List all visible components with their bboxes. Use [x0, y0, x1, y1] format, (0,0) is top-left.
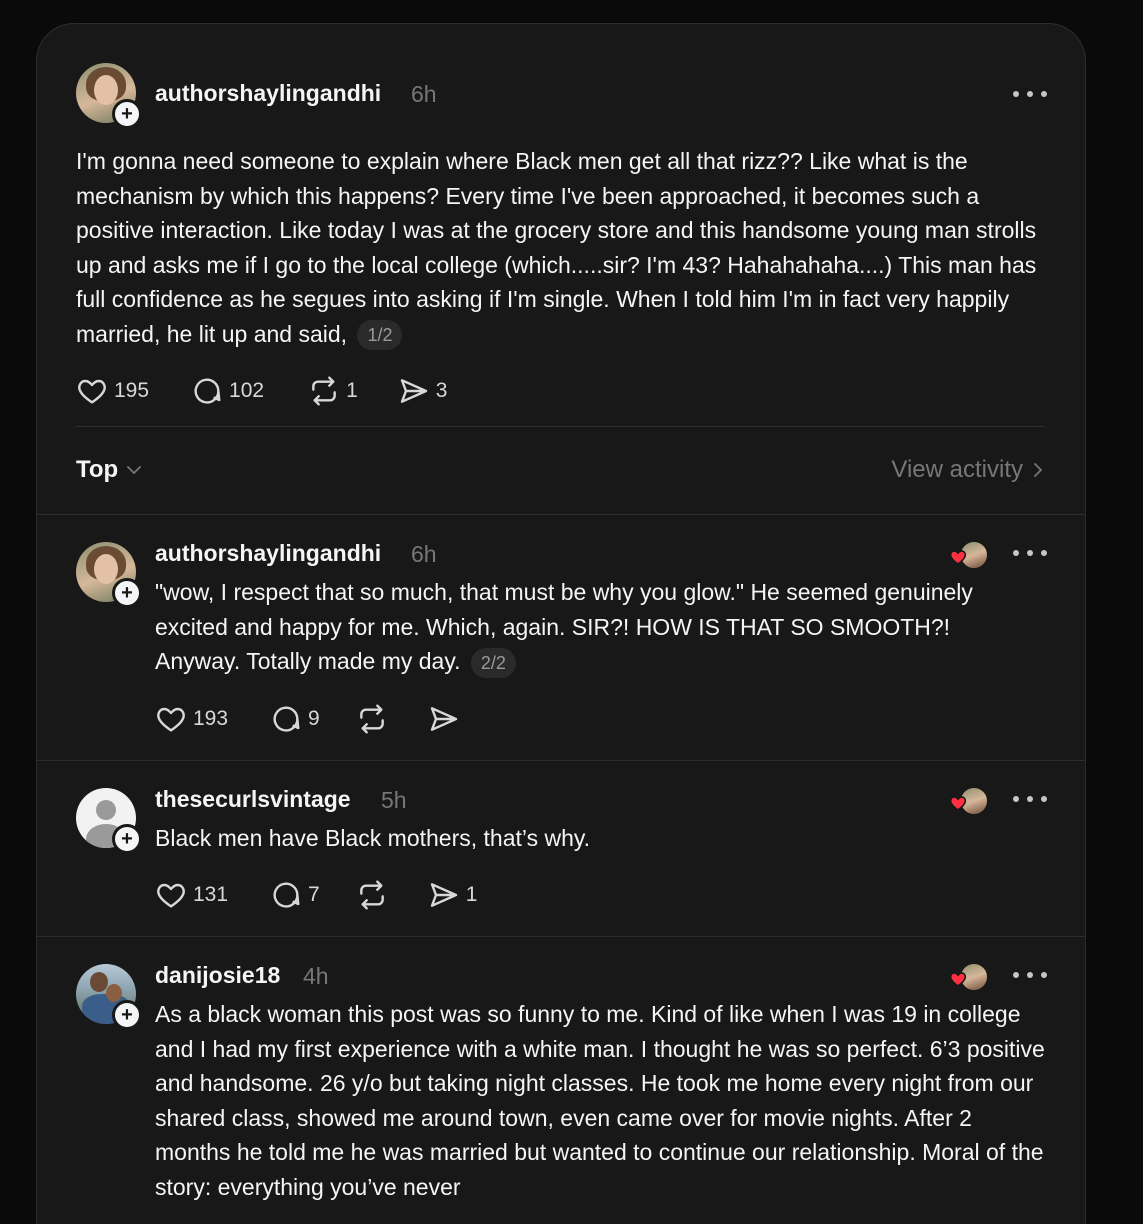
reply-actions: 193 9 [155, 702, 460, 736]
post-username[interactable]: authorshaylingandhi [155, 80, 381, 107]
repost-button[interactable] [356, 703, 388, 735]
reply-username[interactable]: authorshaylingandhi [155, 540, 381, 567]
share-button[interactable]: 1 [428, 879, 478, 911]
reply-text: "wow, I respect that so much, that must … [155, 575, 1035, 679]
reply-text-content: "wow, I respect that so much, that must … [155, 579, 973, 674]
liked-by-author-indicator [949, 962, 989, 992]
repost-icon [312, 376, 336, 406]
reply-count: 7 [308, 883, 320, 906]
post-actions: 195 102 1 3 [76, 374, 447, 408]
follow-plus-icon[interactable]: + [112, 578, 142, 608]
reply-avatar[interactable]: + [76, 964, 142, 1030]
repost-button[interactable] [356, 879, 388, 911]
send-icon [400, 379, 427, 403]
like-count: 195 [114, 379, 150, 402]
heart-icon [157, 707, 185, 732]
reply-time: 6h [411, 541, 437, 567]
chevron-down-icon [127, 466, 142, 475]
reply-count: 102 [229, 379, 265, 402]
liked-by-author-indicator [949, 540, 989, 570]
more-options-icon[interactable] [1013, 89, 1047, 99]
view-activity-label: View activity [891, 456, 1023, 483]
follow-plus-icon[interactable]: + [112, 824, 142, 854]
reply-avatar[interactable]: + [76, 788, 142, 854]
post-time: 6h [411, 81, 437, 107]
comment-icon [273, 882, 300, 908]
comment-icon [194, 378, 221, 404]
share-count: 3 [435, 379, 448, 402]
reply-button[interactable]: 102 [191, 375, 264, 407]
thread-pager: 2/2 [470, 647, 516, 678]
share-button[interactable] [428, 703, 460, 735]
reply-username[interactable]: thesecurlsvintage [155, 786, 351, 813]
post-text: I'm gonna need someone to explain where … [76, 144, 1046, 351]
divider [75, 426, 1045, 427]
reply-username[interactable]: danijosie18 [155, 962, 280, 989]
like-count: 193 [193, 707, 229, 730]
like-button[interactable]: 195 [76, 375, 149, 407]
thread-pager: 1/2 [357, 320, 403, 351]
divider [37, 936, 1085, 937]
reply-button[interactable]: 7 [270, 879, 320, 911]
repost-icon [359, 880, 384, 910]
view-activity-link[interactable]: View activity [891, 456, 1043, 484]
sort-label: Top [76, 456, 119, 483]
reply-text: As a black woman this post was so funny … [155, 1001, 1045, 1200]
follow-plus-icon[interactable]: + [112, 99, 142, 129]
heart-filled-icon [949, 550, 967, 565]
share-button[interactable]: 3 [398, 375, 448, 407]
liked-by-author-indicator [949, 786, 989, 816]
reply-text: Black men have Black mothers, that’s why… [155, 825, 591, 851]
heart-icon [157, 883, 185, 908]
heart-filled-icon [949, 972, 967, 987]
post-text-content: I'm gonna need someone to explain where … [76, 148, 1037, 347]
reply-count: 9 [308, 707, 320, 730]
chevron-right-icon [1034, 463, 1043, 477]
divider [37, 514, 1085, 515]
more-options-icon[interactable] [1013, 548, 1047, 558]
reply-time: 5h [381, 787, 407, 813]
like-count: 131 [193, 883, 229, 906]
follow-plus-icon[interactable]: + [112, 1000, 142, 1030]
repost-count: 1 [346, 379, 358, 402]
send-icon [430, 883, 457, 907]
reply-avatar[interactable]: + [76, 542, 142, 608]
comment-icon [273, 706, 300, 732]
send-icon [430, 707, 457, 731]
post-avatar[interactable]: + [76, 63, 142, 129]
reply-time: 4h [303, 963, 329, 989]
more-options-icon[interactable] [1013, 794, 1047, 804]
repost-icon [359, 704, 384, 734]
reply-actions: 131 7 1 [155, 878, 477, 912]
repost-button[interactable]: 1 [308, 375, 358, 407]
thread-panel: + authorshaylingandhi 6h I'm gonna need … [36, 23, 1086, 1224]
like-button[interactable]: 193 [155, 703, 228, 735]
divider [37, 760, 1085, 761]
like-button[interactable]: 131 [155, 879, 228, 911]
reply-button[interactable]: 9 [270, 703, 320, 735]
heart-icon [78, 379, 106, 404]
share-count: 1 [465, 883, 478, 906]
sort-dropdown[interactable]: Top [76, 456, 142, 484]
heart-filled-icon [949, 796, 967, 811]
more-options-icon[interactable] [1013, 970, 1047, 980]
